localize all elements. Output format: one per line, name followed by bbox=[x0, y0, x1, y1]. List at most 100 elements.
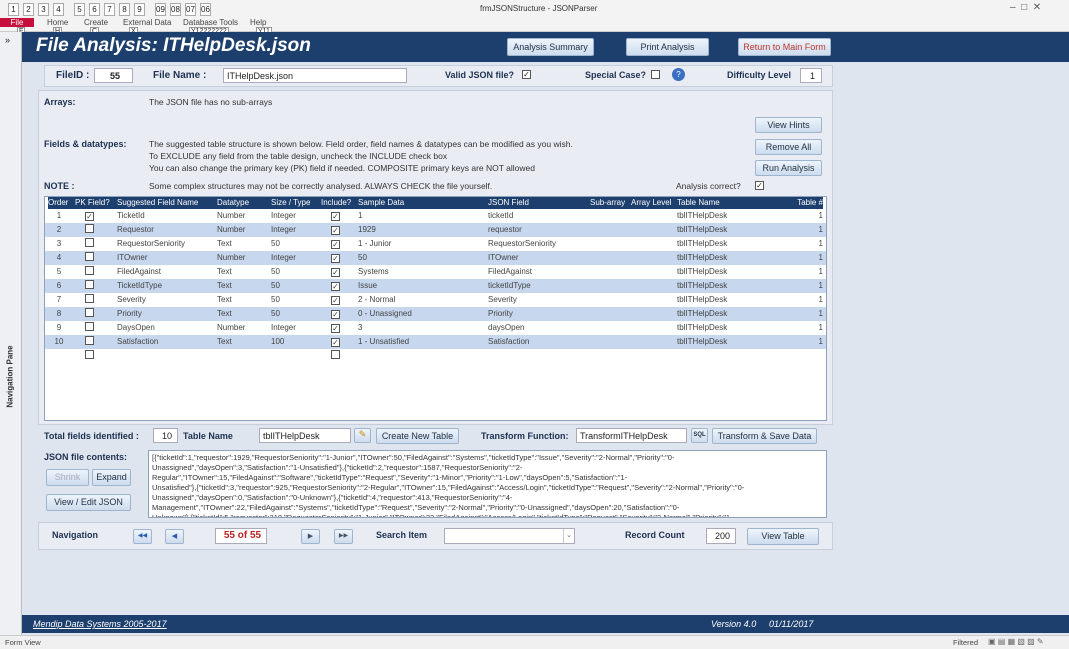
table-cell[interactable]: 1 bbox=[785, 223, 823, 237]
table-cell[interactable]: ITOwner bbox=[488, 251, 590, 265]
expand-button[interactable]: Expand bbox=[92, 469, 131, 486]
quick-access-button[interactable]: 1 bbox=[8, 3, 19, 16]
pk-checkbox[interactable] bbox=[85, 349, 127, 363]
table-cell[interactable]: 1 bbox=[48, 209, 70, 223]
table-name-field[interactable]: tblITHelpDesk bbox=[259, 428, 351, 443]
table-row[interactable]: 3 RequestorSeniority Text 50 ✓ 1 - Junior Requ… bbox=[45, 237, 826, 251]
table-cell[interactable]: tblITHelpDesk bbox=[677, 279, 785, 293]
column-header[interactable]: Size / Type bbox=[271, 197, 321, 209]
view-switcher-icons[interactable]: ▣ ▤ ▦ ▧ ▨ ✎ bbox=[988, 637, 1044, 646]
table-cell[interactable]: Integer bbox=[271, 209, 321, 223]
table-cell[interactable]: FiledAgainst bbox=[117, 265, 217, 279]
table-cell[interactable]: 1 - Junior bbox=[358, 237, 488, 251]
create-new-table-button[interactable]: Create New Table bbox=[376, 428, 459, 444]
view-hints-button[interactable]: View Hints bbox=[755, 117, 822, 133]
transform-function-field[interactable]: TransformITHelpDesk bbox=[576, 428, 687, 443]
quick-access-button[interactable]: 2 bbox=[23, 3, 34, 16]
table-cell[interactable]: tblITHelpDesk bbox=[677, 335, 785, 349]
json-contents-box[interactable]: [{"ticketId":1,"requestor":1929,"Request… bbox=[148, 450, 827, 518]
table-cell[interactable]: 50 bbox=[271, 237, 321, 251]
table-cell[interactable]: ticketIdType bbox=[488, 279, 590, 293]
help-icon[interactable]: ? bbox=[672, 68, 685, 81]
table-cell[interactable]: Number bbox=[217, 251, 271, 265]
table-cell[interactable]: 9 bbox=[48, 321, 70, 335]
table-cell[interactable]: 2 bbox=[48, 223, 70, 237]
table-cell[interactable]: Integer bbox=[271, 251, 321, 265]
difficulty-field[interactable]: 1 bbox=[800, 68, 822, 83]
table-cell[interactable]: 1 bbox=[358, 209, 488, 223]
table-cell[interactable]: Text bbox=[217, 335, 271, 349]
table-cell[interactable]: TicketId bbox=[117, 209, 217, 223]
table-row[interactable] bbox=[45, 349, 826, 363]
table-cell[interactable]: Requestor bbox=[117, 223, 217, 237]
table-cell[interactable]: ITOwner bbox=[117, 251, 217, 265]
ribbon-tab[interactable]: Help bbox=[250, 18, 266, 27]
special-case-checkbox[interactable] bbox=[651, 70, 660, 79]
table-cell[interactable]: Text bbox=[217, 265, 271, 279]
design-icon[interactable]: ✎ bbox=[354, 428, 371, 443]
table-cell[interactable]: 50 bbox=[271, 279, 321, 293]
window-controls[interactable]: – □ ✕ bbox=[1010, 2, 1041, 13]
table-cell[interactable]: 1 bbox=[785, 265, 823, 279]
remove-all-button[interactable]: Remove All bbox=[755, 139, 822, 155]
table-cell[interactable]: 10 bbox=[48, 335, 70, 349]
table-row[interactable]: 9 DaysOpen Number Integer ✓ 3 daysOpen tblITHel… bbox=[45, 321, 826, 335]
table-cell[interactable]: Severity bbox=[488, 293, 590, 307]
file-id-field[interactable]: 55 bbox=[94, 68, 133, 83]
table-cell[interactable]: 1 bbox=[785, 237, 823, 251]
table-cell[interactable]: Priority bbox=[117, 307, 217, 321]
table-cell[interactable]: Text bbox=[217, 293, 271, 307]
table-cell[interactable]: 50 bbox=[271, 265, 321, 279]
table-cell[interactable]: 1 bbox=[785, 321, 823, 335]
quick-access-button[interactable]: 9 bbox=[134, 3, 145, 16]
table-cell[interactable]: tblITHelpDesk bbox=[677, 307, 785, 321]
column-header[interactable]: Table # bbox=[785, 197, 823, 209]
chevron-down-icon[interactable]: ⌄ bbox=[563, 529, 574, 543]
view-edit-json-button[interactable]: View / Edit JSON bbox=[46, 494, 131, 511]
quick-access-button[interactable]: 06 bbox=[200, 3, 211, 16]
table-cell[interactable]: Text bbox=[217, 237, 271, 251]
table-cell[interactable]: 1 bbox=[785, 209, 823, 223]
table-cell[interactable]: Issue bbox=[358, 279, 488, 293]
table-row[interactable]: 2 Requestor Number Integer ✓ 1929 requestor tbl… bbox=[45, 223, 826, 237]
table-cell[interactable]: tblITHelpDesk bbox=[677, 293, 785, 307]
view-table-button[interactable]: View Table bbox=[747, 528, 819, 545]
column-header[interactable]: JSON Field bbox=[488, 197, 590, 209]
table-row[interactable]: 4 ITOwner Number Integer ✓ 50 ITOwner tblITHelp… bbox=[45, 251, 826, 265]
table-cell[interactable]: 50 bbox=[271, 293, 321, 307]
table-cell[interactable]: tblITHelpDesk bbox=[677, 237, 785, 251]
ribbon-tab[interactable]: External Data bbox=[123, 18, 171, 27]
quick-access-button[interactable]: 6 bbox=[89, 3, 100, 16]
column-header[interactable]: Array Level bbox=[631, 197, 677, 209]
table-cell[interactable]: TicketIdType bbox=[117, 279, 217, 293]
navigation-pane[interactable]: » Navigation Pane bbox=[0, 32, 22, 635]
quick-access-button[interactable]: 7 bbox=[104, 3, 115, 16]
quick-access-button[interactable]: 5 bbox=[74, 3, 85, 16]
column-header[interactable]: Include? bbox=[321, 197, 358, 209]
column-header[interactable]: Order bbox=[48, 197, 75, 209]
quick-access-button[interactable]: 09 bbox=[155, 3, 166, 16]
valid-json-checkbox[interactable]: ✓ bbox=[522, 70, 531, 79]
table-cell[interactable]: Satisfaction bbox=[117, 335, 217, 349]
table-cell[interactable]: tblITHelpDesk bbox=[677, 251, 785, 265]
analysis-summary-button[interactable]: Analysis Summary bbox=[507, 38, 594, 56]
ribbon-tab[interactable]: File bbox=[0, 18, 34, 27]
table-cell[interactable]: 100 bbox=[271, 335, 321, 349]
first-record-button[interactable]: ◀◀ bbox=[133, 529, 152, 544]
table-cell[interactable]: RequestorSeniority bbox=[488, 237, 590, 251]
table-cell[interactable]: 3 bbox=[358, 321, 488, 335]
quick-access-button[interactable]: 08 bbox=[170, 3, 181, 16]
table-cell[interactable]: Number bbox=[217, 223, 271, 237]
table-row[interactable]: 1 ✓ TicketId Number Integer ✓ 1 ticketId tblITHe… bbox=[45, 209, 826, 223]
table-cell[interactable]: Number bbox=[217, 321, 271, 335]
table-row[interactable]: 10 Satisfaction Text 100 ✓ 1 - Unsatisfied Sat… bbox=[45, 335, 826, 349]
table-row[interactable]: 8 Priority Text 50 ✓ 0 - Unassigned Priority tb… bbox=[45, 307, 826, 321]
ribbon-tab[interactable]: Create bbox=[84, 18, 108, 27]
table-cell[interactable]: 1 bbox=[785, 335, 823, 349]
table-cell[interactable]: tblITHelpDesk bbox=[677, 265, 785, 279]
table-cell[interactable]: Text bbox=[217, 307, 271, 321]
table-cell[interactable]: 1 bbox=[785, 251, 823, 265]
search-item-dropdown[interactable]: ⌄ bbox=[444, 528, 575, 544]
last-record-button[interactable]: ▶▶ bbox=[334, 529, 353, 544]
transform-save-button[interactable]: Transform & Save Data bbox=[712, 428, 817, 444]
